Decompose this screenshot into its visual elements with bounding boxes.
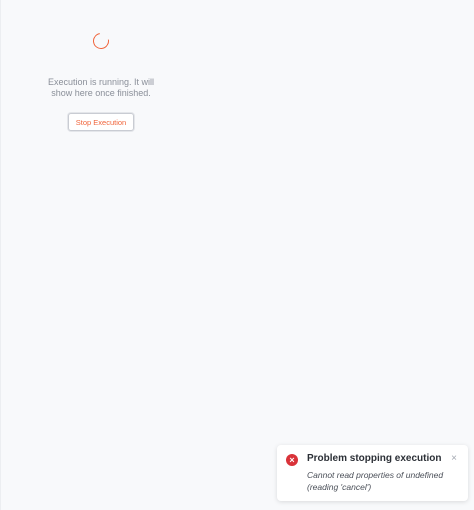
toast-title: Problem stopping execution [307, 453, 442, 464]
error-icon: × [286, 454, 298, 466]
stop-execution-button[interactable]: Stop Execution [68, 113, 134, 131]
loading-spinner-icon [89, 29, 113, 53]
execution-running-message: Execution is running. It will show here … [47, 77, 155, 98]
error-toast: × Problem stopping execution Cannot read… [277, 445, 468, 501]
running-execution-panel: Execution is running. It will show here … [41, 28, 161, 131]
toast-message: Cannot read properties of undefined (rea… [307, 470, 444, 492]
close-icon[interactable]: × [449, 454, 459, 464]
execution-view: Execution is running. It will show here … [0, 0, 474, 510]
